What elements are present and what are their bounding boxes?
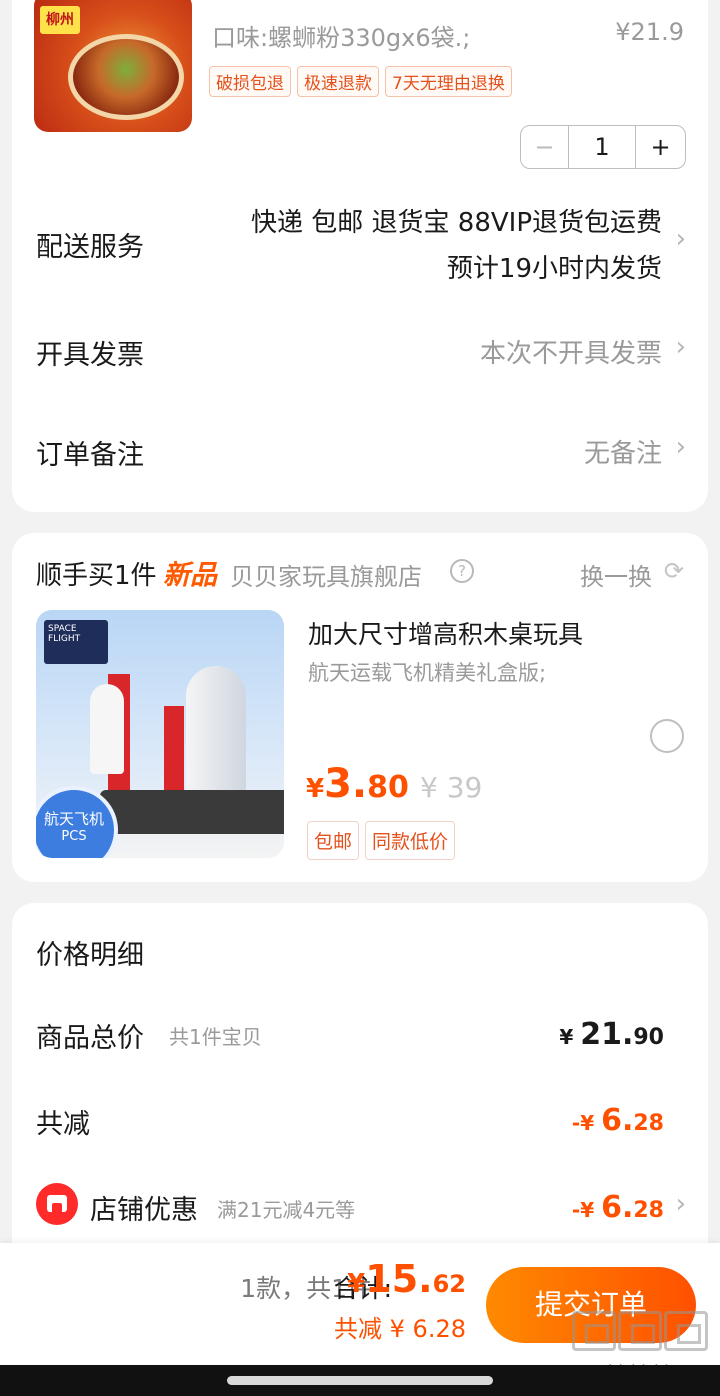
increase-quantity-button[interactable]: + bbox=[635, 126, 685, 168]
addon-product-name[interactable]: 加大尺寸增高积木桌玩具 bbox=[308, 615, 583, 651]
delivery-service-text[interactable]: 快递 包邮 退货宝 88VIP退货包运费 bbox=[251, 202, 662, 239]
package-label: 柳州 bbox=[40, 6, 80, 34]
currency-symbol: -¥ bbox=[571, 1198, 602, 1222]
addon-price: ¥3.80 bbox=[306, 761, 409, 807]
system-navigation-bar bbox=[0, 1365, 720, 1396]
currency-symbol: -¥ bbox=[571, 1111, 602, 1135]
help-icon[interactable]: ? bbox=[450, 559, 474, 583]
quantity-value[interactable]: 1 bbox=[569, 126, 635, 168]
invoice-value[interactable]: 本次不开具发票 bbox=[480, 333, 662, 370]
swap-button[interactable]: 换一换 bbox=[580, 557, 652, 592]
baseplate-image bbox=[100, 790, 284, 834]
currency-symbol: ¥ bbox=[347, 1269, 366, 1299]
reduce-label: 共减 bbox=[36, 1109, 90, 1140]
shop-icon bbox=[36, 1183, 78, 1225]
order-item-card: 柳州 口味:螺蛳粉330gx6袋.; ¥21.9 破损包退 极速退款 7天无理由… bbox=[12, 0, 708, 512]
invoice-label: 开具发票 bbox=[36, 340, 144, 371]
chevron-right-icon[interactable]: › bbox=[676, 1189, 686, 1219]
chevron-right-icon[interactable]: › bbox=[676, 332, 686, 362]
service-tag: 破损包退 bbox=[209, 66, 291, 97]
reduce-value: -¥ 6.28 bbox=[572, 1103, 664, 1138]
shop-discount-value[interactable]: -¥ 6.28 bbox=[572, 1190, 664, 1225]
product-sku: 口味:螺蛳粉330gx6袋.; bbox=[212, 24, 471, 52]
value-integer: 6. bbox=[601, 1103, 634, 1138]
total-decimal: 62 bbox=[432, 1270, 466, 1298]
goods-total-sub: 共1件宝贝 bbox=[169, 1025, 262, 1049]
addon-title: 顺手买1件 bbox=[36, 561, 157, 591]
shop-discount-label: 店铺优惠 bbox=[90, 1195, 198, 1226]
currency-symbol: ¥ bbox=[559, 1025, 581, 1049]
shuttle-image bbox=[186, 666, 246, 796]
price-symbol: ¥ bbox=[306, 774, 325, 804]
total-saved: 共减 ¥ 6.28 bbox=[334, 1315, 466, 1343]
price-detail-card: 价格明细 商品总价 共1件宝贝 ¥ 21.90 共减 -¥ 6.28 店铺优惠 … bbox=[12, 903, 708, 1263]
box-label: SPACE FLIGHT bbox=[44, 620, 108, 664]
addon-select-radio[interactable] bbox=[650, 719, 684, 753]
watermark-logo bbox=[572, 1311, 708, 1351]
badge-title: 航天飞机 bbox=[43, 810, 104, 828]
price-detail-title: 价格明细 bbox=[36, 940, 144, 971]
value-integer: 6. bbox=[601, 1190, 634, 1225]
delivery-label: 配送服务 bbox=[36, 232, 144, 263]
price-decimal: 80 bbox=[367, 770, 409, 805]
delivery-eta-text[interactable]: 预计19小时内发货 bbox=[447, 248, 662, 285]
goods-total-value: ¥ 21.90 bbox=[559, 1017, 664, 1052]
value-decimal: 28 bbox=[633, 1111, 664, 1136]
badge-subtitle: PCS bbox=[61, 829, 87, 844]
product-price: ¥21.9 bbox=[615, 18, 684, 46]
decrease-quantity-button[interactable]: − bbox=[521, 126, 569, 168]
refresh-icon[interactable]: ⟳ bbox=[664, 557, 684, 585]
addon-recommendation-card: 顺手买1件 新品 贝贝家玩具旗舰店 ? 换一换 ⟳ SPACE FLIGHT 航… bbox=[12, 533, 708, 882]
remark-label: 订单备注 bbox=[36, 440, 144, 471]
checkout-bar: 1款，共1件 合计: ¥15.62 共减 ¥ 6.28 提交订单 zhizhiz… bbox=[0, 1243, 720, 1380]
goods-total-label: 商品总价 bbox=[36, 1023, 144, 1054]
watermark-glyph bbox=[572, 1311, 616, 1351]
chevron-right-icon[interactable]: › bbox=[676, 432, 686, 462]
value-decimal: 90 bbox=[633, 1025, 664, 1050]
addon-tags: 包邮 同款低价 bbox=[307, 821, 456, 860]
watermark-glyph bbox=[664, 1311, 708, 1351]
noodle-bowl-image bbox=[68, 34, 184, 120]
addon-tag: 包邮 bbox=[307, 821, 360, 860]
addon-shop-name[interactable]: 贝贝家玩具旗舰店 bbox=[230, 557, 422, 592]
value-decimal: 28 bbox=[633, 1198, 664, 1223]
home-indicator[interactable] bbox=[227, 1376, 493, 1385]
addon-tag: 同款低价 bbox=[365, 821, 456, 860]
addon-product-image[interactable]: SPACE FLIGHT 航天飞机 PCS bbox=[36, 610, 284, 858]
price-integer: 3. bbox=[324, 761, 368, 807]
shop-discount-sub: 满21元减4元等 bbox=[217, 1198, 356, 1222]
total-amount: ¥15.62 bbox=[347, 1257, 466, 1301]
watermark-glyph bbox=[618, 1311, 662, 1351]
addon-product-desc: 航天运载飞机精美礼盒版; bbox=[308, 661, 547, 685]
new-badge: 新品 bbox=[163, 560, 217, 591]
product-thumbnail[interactable]: 柳州 bbox=[34, 0, 192, 132]
service-tag: 7天无理由退换 bbox=[385, 66, 512, 97]
chevron-right-icon[interactable]: › bbox=[676, 224, 686, 254]
remark-value[interactable]: 无备注 bbox=[584, 433, 662, 470]
service-tags: 破损包退 极速退款 7天无理由退换 bbox=[209, 66, 512, 97]
service-tag: 极速退款 bbox=[297, 66, 379, 97]
small-shuttle-image bbox=[90, 684, 124, 774]
addon-original-price: ¥ 39 bbox=[420, 771, 483, 804]
watermark: zhizhizhi.com bbox=[572, 1311, 708, 1380]
value-integer: 21. bbox=[580, 1017, 634, 1052]
total-integer: 15. bbox=[365, 1257, 433, 1301]
quantity-stepper: − 1 + bbox=[520, 125, 686, 169]
